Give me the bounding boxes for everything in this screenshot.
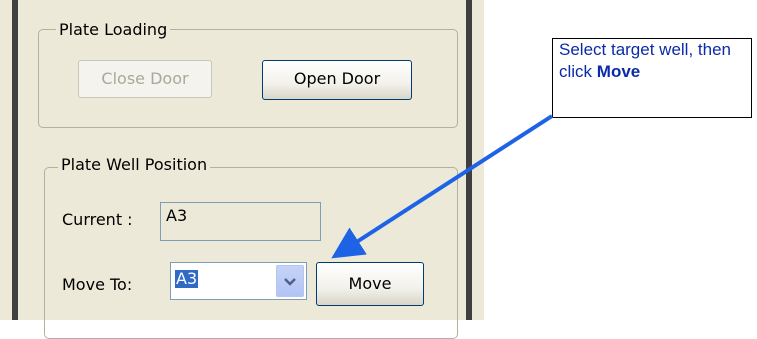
arrow-icon — [331, 114, 554, 259]
